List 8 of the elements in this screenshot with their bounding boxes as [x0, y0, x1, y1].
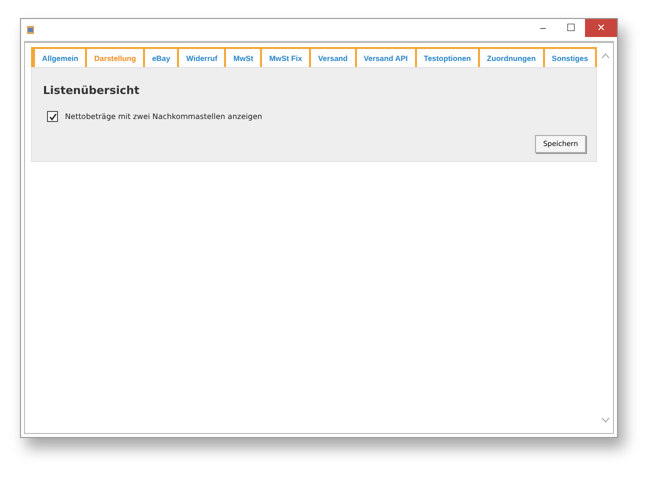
- minimize-button[interactable]: –: [529, 19, 557, 37]
- app-icon: [26, 25, 35, 35]
- section-title: Listenübersicht: [43, 84, 140, 97]
- checkbox[interactable]: [47, 111, 58, 122]
- scroll-down-icon[interactable]: [600, 417, 610, 423]
- maximize-button[interactable]: ☐: [557, 19, 585, 37]
- close-button[interactable]: ✕: [585, 19, 617, 37]
- scroll-up-icon[interactable]: [600, 53, 610, 59]
